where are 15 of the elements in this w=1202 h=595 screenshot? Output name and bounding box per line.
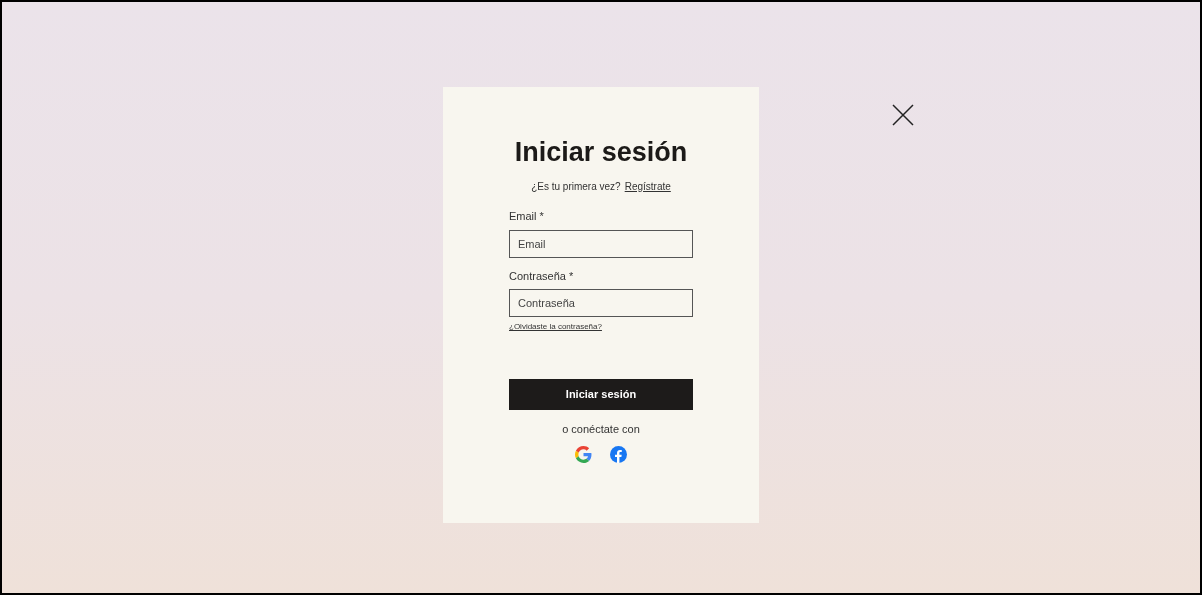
signup-prompt: ¿Es tu primera vez? <box>531 180 621 194</box>
close-icon <box>891 103 915 127</box>
social-prompt: o conéctate con <box>562 422 640 437</box>
signup-link[interactable]: Regístrate <box>624 179 671 194</box>
submit-button[interactable]: Iniciar sesión <box>509 379 693 410</box>
field-label: Email * <box>509 209 545 224</box>
input-field[interactable]: Email <box>509 229 693 258</box>
input-field[interactable]: Contraseña <box>509 289 693 317</box>
facebook-button[interactable] <box>610 445 627 463</box>
dialog-title: Iniciar sesión <box>514 139 688 166</box>
forgot-password-link[interactable]: ¿Olvidaste la contraseña? <box>509 321 602 333</box>
facebook-icon <box>610 445 627 463</box>
field-label: Contraseña * <box>509 268 575 284</box>
google-icon <box>575 445 592 463</box>
google-button[interactable] <box>575 445 592 463</box>
